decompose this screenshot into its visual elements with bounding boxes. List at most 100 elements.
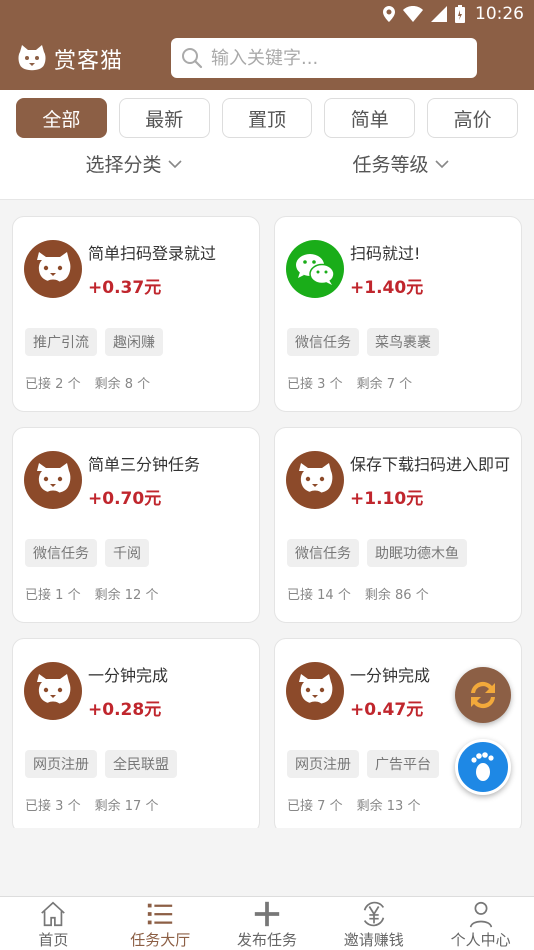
chevron-down-icon xyxy=(167,159,182,168)
status-icons xyxy=(383,5,465,23)
plus-icon xyxy=(254,901,280,927)
task-tag: 微信任务 xyxy=(287,539,359,567)
nav-label: 发布任务 xyxy=(236,931,297,949)
level-dropdown[interactable]: 任务等级 xyxy=(352,150,449,177)
nav-label: 首页 xyxy=(38,931,69,949)
task-price: +0.37元 xyxy=(88,278,162,298)
taken-count: 已接 7 个 xyxy=(287,799,343,814)
nav-publish-task[interactable]: 发布任务 xyxy=(214,897,321,950)
cat-avatar-icon xyxy=(286,662,344,720)
task-stats: 已接 3 个 剩余 17 个 xyxy=(25,795,158,814)
category-label: 选择分类 xyxy=(85,154,162,176)
footprint-icon xyxy=(471,752,494,781)
footprint-button[interactable] xyxy=(455,739,511,795)
remaining-count: 剩余 8 个 xyxy=(94,377,151,392)
task-tags: 网页注册 全民联盟 xyxy=(25,750,177,778)
level-label: 任务等级 xyxy=(352,154,429,176)
remaining-count: 剩余 12 个 xyxy=(94,588,159,603)
wifi-icon xyxy=(403,6,423,22)
filter-tabs: 全部 最新 置顶 简单 高价 xyxy=(0,90,534,138)
wechat-icon xyxy=(286,240,344,298)
nav-invite-earn[interactable]: 邀请赚钱 xyxy=(320,897,427,950)
task-grid: 简单扫码登录就过 +0.37元 推广引流 趣闲赚 已接 2 个 剩余 8 个 扫… xyxy=(12,216,522,828)
tab-pinned[interactable]: 置顶 xyxy=(221,98,313,138)
taken-count: 已接 3 个 xyxy=(287,377,343,392)
task-title: 一分钟完成 xyxy=(88,666,169,685)
bottom-nav: 首页 任务大厅 发布任务 邀请赚钱 个人中心 xyxy=(0,896,534,950)
task-stats: 已接 2 个 剩余 8 个 xyxy=(25,373,150,392)
taken-count: 已接 1 个 xyxy=(25,588,81,603)
remaining-count: 剩余 86 个 xyxy=(364,588,429,603)
task-price: +1.40元 xyxy=(350,278,424,298)
filter-dropdowns: 选择分类 任务等级 xyxy=(0,150,534,177)
search-input[interactable] xyxy=(211,47,461,69)
task-title: 一分钟完成 xyxy=(350,666,431,685)
task-title: 简单扫码登录就过 xyxy=(88,244,217,263)
task-tag: 菜鸟裹裹 xyxy=(367,328,439,356)
nav-task-hall[interactable]: 任务大厅 xyxy=(107,897,214,950)
task-tag: 全民联盟 xyxy=(105,750,177,778)
task-tag: 趣闲赚 xyxy=(105,328,163,356)
brand: 赏客猫 xyxy=(16,43,123,75)
task-price: +0.47元 xyxy=(350,700,424,720)
task-tags: 微信任务 菜鸟裹裹 xyxy=(287,328,439,356)
task-price: +0.70元 xyxy=(88,489,162,509)
task-title: 扫码就过! xyxy=(350,244,421,263)
cat-avatar-icon xyxy=(24,662,82,720)
nav-label: 任务大厅 xyxy=(130,931,191,949)
tab-all[interactable]: 全部 xyxy=(16,98,107,138)
task-stats: 已接 1 个 剩余 12 个 xyxy=(25,584,158,603)
category-dropdown[interactable]: 选择分类 xyxy=(85,150,182,177)
task-card[interactable]: 一分钟完成 +0.28元 网页注册 全民联盟 已接 3 个 剩余 17 个 xyxy=(12,638,260,828)
taken-count: 已接 14 个 xyxy=(287,588,351,603)
taken-count: 已接 3 个 xyxy=(25,799,81,814)
nav-label: 个人中心 xyxy=(450,931,511,949)
yen-icon xyxy=(363,901,384,927)
task-tag: 微信任务 xyxy=(287,328,359,356)
tab-high-price[interactable]: 高价 xyxy=(427,98,518,138)
remaining-count: 剩余 17 个 xyxy=(94,799,159,814)
task-stats: 已接 3 个 剩余 7 个 xyxy=(287,373,412,392)
status-time: 10:26 xyxy=(475,4,524,24)
cat-avatar-icon xyxy=(24,451,82,509)
task-stats: 已接 7 个 剩余 13 个 xyxy=(287,795,420,814)
task-tags: 网页注册 广告平台 xyxy=(287,750,439,778)
tab-newest[interactable]: 最新 xyxy=(118,98,210,138)
task-title: 简单三分钟任务 xyxy=(88,455,201,474)
task-stats: 已接 14 个 剩余 86 个 xyxy=(287,584,429,603)
tab-simple[interactable]: 简单 xyxy=(324,98,416,138)
task-card[interactable]: 简单三分钟任务 +0.70元 微信任务 千阅 已接 1 个 剩余 12 个 xyxy=(12,427,260,623)
task-tags: 微信任务 助眠功德木鱼 xyxy=(287,539,467,567)
remaining-count: 剩余 7 个 xyxy=(356,377,413,392)
filter-panel: 全部 最新 置顶 简单 高价 选择分类 任务等级 xyxy=(0,90,534,200)
chevron-down-icon xyxy=(434,159,449,168)
refresh-icon xyxy=(471,681,495,709)
remaining-count: 剩余 13 个 xyxy=(356,799,421,814)
cat-logo-icon xyxy=(18,45,46,71)
person-icon xyxy=(469,901,492,928)
cat-avatar-icon xyxy=(286,451,344,509)
home-icon xyxy=(41,901,66,927)
battery-icon xyxy=(455,5,465,23)
cat-avatar-icon xyxy=(24,240,82,298)
task-card[interactable]: 保存下载扫码进入即可 +1.10元 微信任务 助眠功德木鱼 已接 14 个 剩余… xyxy=(274,427,522,623)
search-box[interactable] xyxy=(171,38,477,78)
task-price: +1.10元 xyxy=(350,489,424,509)
taken-count: 已接 2 个 xyxy=(25,377,81,392)
task-title: 保存下载扫码进入即可 xyxy=(350,455,511,474)
location-icon xyxy=(383,6,395,22)
nav-home[interactable]: 首页 xyxy=(0,897,107,950)
task-tag: 网页注册 xyxy=(25,750,97,778)
task-tags: 推广引流 趣闲赚 xyxy=(25,328,163,356)
task-card[interactable]: 扫码就过! +1.40元 微信任务 菜鸟裹裹 已接 3 个 剩余 7 个 xyxy=(274,216,522,412)
task-tag: 广告平台 xyxy=(367,750,439,778)
status-bar: 10:26 xyxy=(0,0,534,28)
list-icon xyxy=(148,903,173,925)
signal-icon xyxy=(431,6,447,22)
task-card[interactable]: 简单扫码登录就过 +0.37元 推广引流 趣闲赚 已接 2 个 剩余 8 个 xyxy=(12,216,260,412)
brand-name: 赏客猫 xyxy=(54,49,124,74)
nav-label: 邀请赚钱 xyxy=(343,931,404,949)
nav-personal-center[interactable]: 个人中心 xyxy=(427,897,534,950)
search-icon xyxy=(182,48,203,69)
refresh-button[interactable] xyxy=(455,667,511,723)
